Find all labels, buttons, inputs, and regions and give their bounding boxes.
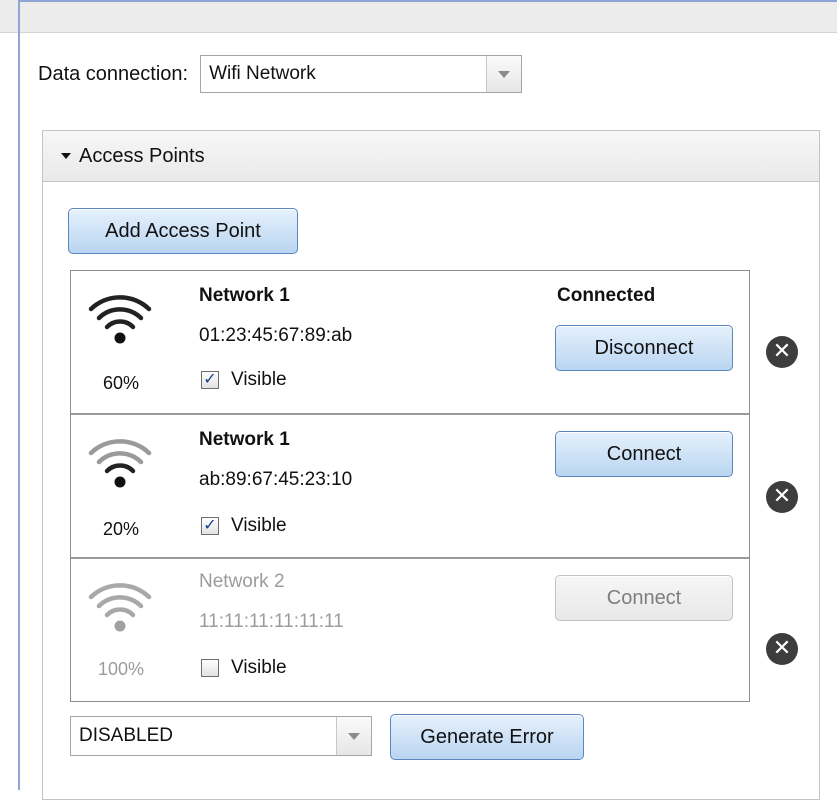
wifi-signal-icon xyxy=(88,583,152,632)
remove-access-point-3-button[interactable]: ✕ xyxy=(766,633,798,665)
access-point-list: 60% Network 1 01:23:45:67:89:ab ✓ Visibl… xyxy=(70,270,750,702)
checkmark-icon: ✓ xyxy=(203,517,217,534)
chevron-down-icon xyxy=(348,732,360,740)
error-mode-select[interactable]: DISABLED xyxy=(70,716,372,756)
access-point-row-1: 60% Network 1 01:23:45:67:89:ab ✓ Visibl… xyxy=(71,271,749,414)
data-connection-select[interactable]: Wifi Network xyxy=(200,55,523,93)
close-icon: ✕ xyxy=(772,636,792,661)
wifi-signal-icon xyxy=(88,439,152,488)
close-icon: ✕ xyxy=(772,339,792,364)
data-connection-dropdown-button[interactable] xyxy=(486,56,522,92)
disconnect-button[interactable]: Disconnect xyxy=(555,325,733,371)
collapse-triangle-icon[interactable] xyxy=(61,153,71,159)
visible-label: Visible xyxy=(231,657,287,678)
data-connection-label: Data connection: xyxy=(38,62,189,85)
checkmark-icon: ✓ xyxy=(203,371,217,388)
signal-strength-label: 20% xyxy=(102,519,140,539)
chevron-down-icon xyxy=(498,70,511,78)
visible-label: Visible xyxy=(231,515,287,536)
connect-button[interactable]: Connect xyxy=(555,431,733,477)
signal-strength-label: 60% xyxy=(102,373,140,393)
mac-address: 11:11:11:11:11:11 xyxy=(199,611,344,632)
access-point-row-2: 20% Network 1 ab:89:67:45:23:10 ✓ Visibl… xyxy=(71,413,749,556)
error-mode-value: DISABLED xyxy=(79,725,173,746)
data-connection-value: Wifi Network xyxy=(209,63,316,84)
connection-status: Connected xyxy=(557,285,656,306)
data-connection-row: Data connection: Wifi Network xyxy=(38,54,523,94)
network-name: Network 2 xyxy=(199,571,285,592)
access-point-row-3: 100% Network 2 11:11:11:11:11:11 Visible… xyxy=(71,557,749,700)
visible-checkbox[interactable] xyxy=(201,659,219,677)
add-access-point-button[interactable]: Add Access Point xyxy=(68,208,298,254)
visible-label: Visible xyxy=(231,369,287,390)
network-name: Network 1 xyxy=(199,429,290,450)
remove-access-point-2-button[interactable]: ✕ xyxy=(766,481,798,513)
remove-access-point-1-button[interactable]: ✕ xyxy=(766,336,798,368)
visible-toggle[interactable]: Visible xyxy=(201,657,287,679)
visible-toggle[interactable]: ✓ Visible xyxy=(201,369,287,391)
close-icon: ✕ xyxy=(772,484,792,509)
visible-toggle[interactable]: ✓ Visible xyxy=(201,515,287,537)
visible-checkbox[interactable]: ✓ xyxy=(201,371,219,389)
access-points-title: Access Points xyxy=(79,144,205,167)
network-name: Network 1 xyxy=(199,285,290,306)
generate-error-button[interactable]: Generate Error xyxy=(390,714,584,760)
wifi-signal-icon xyxy=(88,295,152,344)
error-mode-dropdown-button[interactable] xyxy=(336,717,371,755)
mac-address: ab:89:67:45:23:10 xyxy=(199,469,353,490)
access-points-header[interactable]: Access Points xyxy=(43,131,819,182)
connect-button[interactable]: Connect xyxy=(555,575,733,621)
visible-checkbox[interactable]: ✓ xyxy=(201,517,219,535)
signal-strength-label: 100% xyxy=(97,659,145,679)
mac-address: 01:23:45:67:89:ab xyxy=(199,325,353,346)
